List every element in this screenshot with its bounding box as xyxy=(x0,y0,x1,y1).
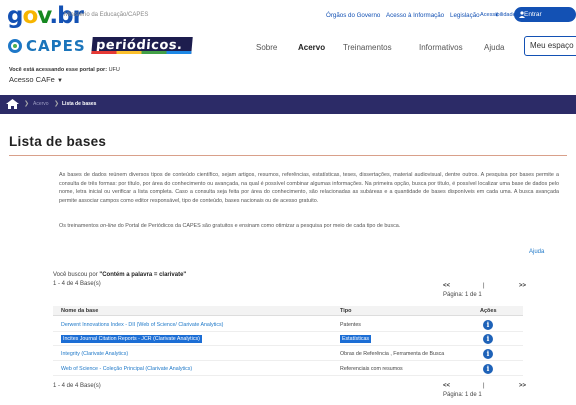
capes-logo-mark xyxy=(8,39,22,53)
govbr-logo-g: g xyxy=(7,3,24,29)
nav-ajuda[interactable]: Ajuda xyxy=(484,43,504,52)
capes-logo-text: CAPES xyxy=(26,37,86,55)
cafe-label: Acesso CAFe xyxy=(9,75,55,84)
base-type: Obras de Referência , Ferramenta de Busc… xyxy=(340,351,445,357)
nav-acervo[interactable]: Acervo xyxy=(298,43,325,52)
portal-access-label: Você está acessando esse portal por: xyxy=(9,67,108,73)
col-tipo: Tipo xyxy=(340,308,352,314)
breadcrumb-current: Lista de bases xyxy=(62,101,97,107)
results-count-bottom: 1 - 4 de 4 Base(s) xyxy=(53,383,101,389)
search-summary-label: Você buscou por xyxy=(53,272,100,278)
pager-prev-bottom[interactable]: << xyxy=(443,383,450,389)
breadcrumb-acervo[interactable]: Acervo xyxy=(33,101,49,107)
login-label: Entrar xyxy=(524,11,542,18)
base-type: Estatísticas xyxy=(340,335,372,343)
info-icon[interactable]: i xyxy=(483,349,493,359)
search-query: "Contém a palavra = clarivate" xyxy=(99,272,187,278)
info-icon[interactable]: i xyxy=(483,364,493,374)
breadcrumb-separator-icon: ❯ xyxy=(24,101,30,107)
pager-next-top[interactable]: >> xyxy=(519,283,526,289)
govbr-logo-o: o xyxy=(22,3,38,29)
govbr-logo-v: v xyxy=(37,3,50,29)
nav-sobre[interactable]: Sobre xyxy=(256,43,277,52)
link-acesso-informacao[interactable]: Acesso à Informação xyxy=(386,12,444,19)
info-icon[interactable]: i xyxy=(483,320,493,330)
intro-text: As bases de dados reúnem diversos tipos … xyxy=(59,172,559,204)
breadcrumb-separator-icon: ❯ xyxy=(54,101,60,107)
base-name-link[interactable]: Derwent Innovations Index - DII (Web of … xyxy=(61,322,223,328)
info-icon[interactable]: i xyxy=(483,334,493,344)
pager-prev-top[interactable]: << xyxy=(443,283,450,289)
nav-informativos[interactable]: Informativos xyxy=(419,43,463,52)
training-text: Os treinamentos on-line do Portal de Per… xyxy=(59,223,559,229)
col-nome-base: Nome da base xyxy=(61,308,99,314)
table-row: Web of Science - Coleção Principal (Clar… xyxy=(53,362,523,376)
periodicos-logo[interactable]: periódicos. xyxy=(91,37,193,54)
base-type: Referenciais com resumos xyxy=(340,366,403,372)
title-divider xyxy=(9,155,567,156)
results-count-top: 1 - 4 de 4 Base(s) xyxy=(53,281,101,287)
pager-separator-top: | xyxy=(483,283,485,289)
login-button[interactable]: Entrar xyxy=(514,7,576,22)
periodicos-logo-stripe xyxy=(91,51,192,54)
training-text-online: on-line xyxy=(100,223,117,229)
page-title: Lista de bases xyxy=(9,134,107,149)
gov-bar: gov.br Ministério da Educação/CAPES Órgã… xyxy=(0,0,576,34)
portal-access-info: Você está acessando esse portal por: UFU xyxy=(9,67,120,73)
base-name-link[interactable]: Integrity (Clarivate Analytics) xyxy=(61,351,128,357)
col-acoes: Ações xyxy=(480,308,497,314)
contrast-icon[interactable]: ◐ xyxy=(495,10,500,19)
cafe-dropdown[interactable]: Acesso CAFe ▼ xyxy=(9,75,63,84)
ministry-label: Ministério da Educação/CAPES xyxy=(64,12,149,18)
training-text-post: do Portal de Periódicos da CAPES são gra… xyxy=(116,223,401,229)
nav-treinamentos[interactable]: Treinamentos xyxy=(343,43,392,52)
base-name-link[interactable]: Incites Journal Citation Reports - JCR (… xyxy=(61,335,202,343)
training-text-pre: Os treinamentos xyxy=(59,223,101,229)
institution-name: UFU xyxy=(108,67,120,73)
table-row: Integrity (Clarivate Analytics) Obras de… xyxy=(53,347,523,361)
help-link[interactable]: Ajuda xyxy=(529,249,544,255)
link-legislacao[interactable]: Legislação xyxy=(450,12,480,19)
page-indicator-bottom: Página: 1 de 1 xyxy=(443,392,482,398)
table-row: Derwent Innovations Index - DII (Web of … xyxy=(53,318,523,332)
breadcrumb: ❯ Acervo ❯ Lista de bases xyxy=(0,95,576,114)
meu-espaco-button[interactable]: Meu espaço xyxy=(524,36,576,56)
pager-next-bottom[interactable]: >> xyxy=(519,383,526,389)
pager-separator-bottom: | xyxy=(483,383,485,389)
search-summary: Você buscou por "Contém a palavra = clar… xyxy=(53,272,186,278)
table-header: Nome da base Tipo Ações xyxy=(53,306,523,316)
link-orgaos-governo[interactable]: Órgãos do Governo xyxy=(326,12,380,19)
table-row: Incites Journal Citation Reports - JCR (… xyxy=(53,332,523,346)
base-name-link[interactable]: Web of Science - Coleção Principal (Clar… xyxy=(61,366,192,372)
caret-down-icon: ▼ xyxy=(56,78,63,84)
user-icon xyxy=(519,11,525,18)
page-indicator-top: Página: 1 de 1 xyxy=(443,292,482,298)
home-icon[interactable] xyxy=(6,99,19,109)
base-type: Patentes xyxy=(340,322,361,328)
